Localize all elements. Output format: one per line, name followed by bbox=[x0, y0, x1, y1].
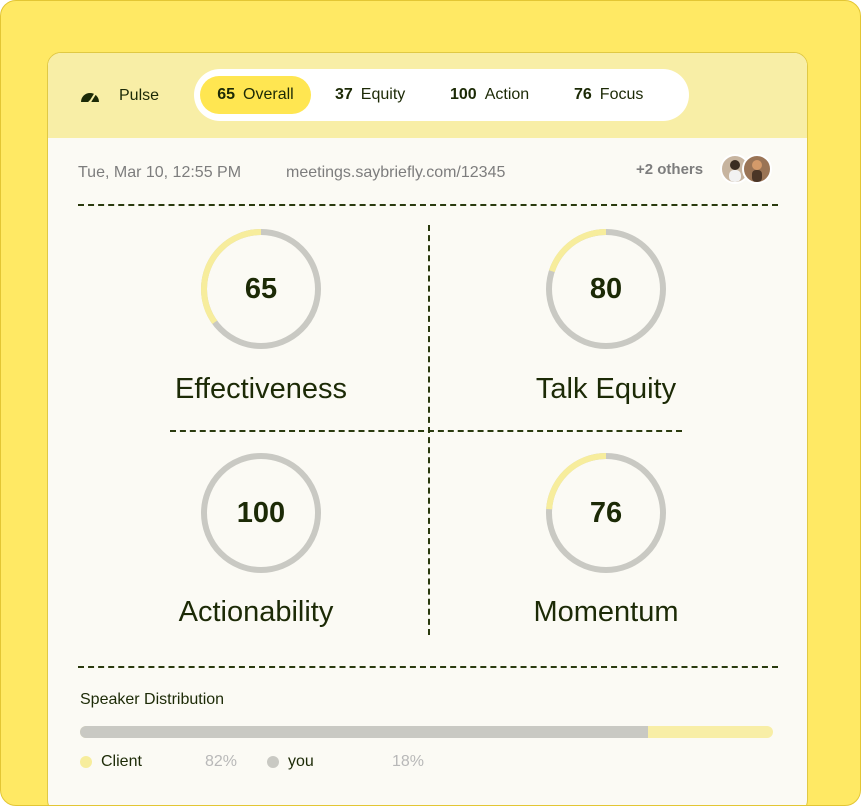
score-tabs: 65 Overall 37 Equity 100 Action 76 Focus bbox=[194, 69, 689, 121]
you-legend-dot bbox=[267, 756, 279, 768]
momentum-gauge: 76 bbox=[544, 451, 668, 575]
momentum-score: 76 bbox=[589, 496, 623, 529]
gauge-icon bbox=[81, 93, 99, 103]
talk-equity-label: Talk Equity bbox=[535, 373, 677, 405]
tab-action-score: 100 bbox=[450, 86, 477, 103]
effectiveness-label: Effectiveness bbox=[175, 373, 347, 405]
actionability-label: Actionability bbox=[178, 596, 334, 628]
client-share-fill bbox=[80, 726, 649, 738]
client-legend-dot bbox=[80, 756, 92, 768]
header-bar: Pulse 65 Overall 37 Equity 100 Action 76 Foc… bbox=[48, 53, 807, 138]
divider bbox=[170, 430, 682, 432]
effectiveness-gauge: 65 bbox=[199, 227, 323, 351]
talk-equity-gauge: 80 bbox=[544, 227, 668, 351]
brand: Pulse bbox=[80, 86, 159, 106]
tab-focus[interactable]: 76 Focus bbox=[574, 76, 643, 114]
tab-action[interactable]: 100 Action bbox=[450, 76, 529, 114]
brand-label: Pulse bbox=[119, 87, 160, 104]
tab-overall-label: Overall bbox=[243, 86, 294, 103]
actionability-score: 100 bbox=[236, 496, 286, 529]
divider bbox=[78, 204, 778, 206]
speaker-distribution-title: Speaker Distribution bbox=[80, 691, 225, 708]
tab-equity-score: 37 bbox=[335, 86, 353, 103]
client-legend-label: Client bbox=[101, 753, 142, 770]
you-legend-label: you bbox=[288, 753, 314, 770]
avatar[interactable] bbox=[742, 154, 772, 184]
tab-focus-label: Focus bbox=[599, 86, 644, 103]
tab-action-label: Action bbox=[484, 86, 530, 103]
actionability-gauge: 100 bbox=[199, 451, 323, 575]
app-background: Pulse 65 Overall 37 Equity 100 Action 76 Foc… bbox=[0, 0, 861, 806]
you-percentage: 18% bbox=[392, 753, 425, 770]
tab-equity-label: Equity bbox=[360, 86, 406, 103]
meeting-datetime: Tue, Mar 10, 12:55 PM bbox=[78, 164, 242, 181]
meeting-url[interactable]: meetings.saybriefly.com/12345 bbox=[286, 164, 505, 182]
speaker-distribution-bar bbox=[80, 726, 773, 738]
momentum-label: Momentum bbox=[533, 596, 679, 628]
divider bbox=[78, 666, 778, 668]
tab-overall-score: 65 bbox=[217, 86, 236, 103]
participants-count[interactable]: +2 others bbox=[636, 161, 703, 178]
tab-equity[interactable]: 37 Equity bbox=[335, 76, 405, 114]
tab-overall[interactable]: 65 Overall bbox=[200, 76, 311, 114]
talk-equity-score: 80 bbox=[589, 272, 623, 305]
pulse-card: Pulse 65 Overall 37 Equity 100 Action 76 Foc… bbox=[47, 52, 808, 805]
effectiveness-score: 65 bbox=[244, 272, 278, 305]
tab-focus-score: 76 bbox=[574, 86, 592, 103]
client-percentage: 82% bbox=[205, 753, 238, 770]
